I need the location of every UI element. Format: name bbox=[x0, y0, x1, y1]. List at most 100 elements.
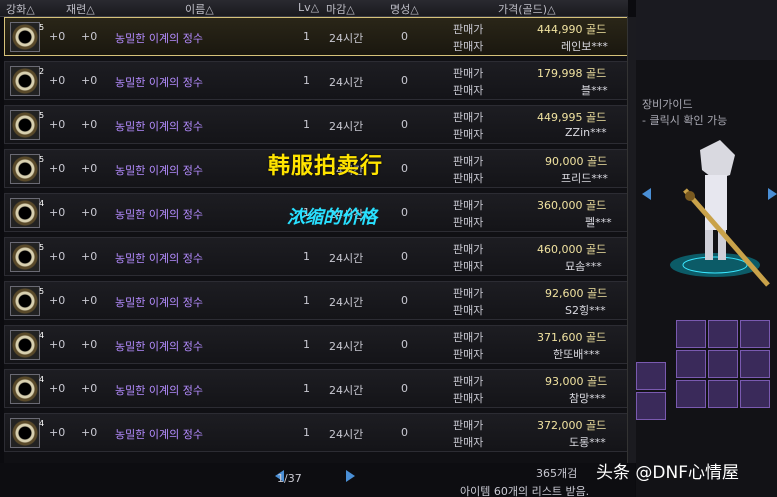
seller-name: 프리드*** bbox=[561, 172, 608, 185]
item-level: 1 bbox=[303, 382, 310, 395]
item-icon: 2 bbox=[10, 66, 44, 96]
equipment-slot[interactable] bbox=[740, 350, 770, 378]
item-icon: 4 bbox=[10, 330, 44, 360]
enhance-value: +0 bbox=[49, 206, 66, 219]
seller-name: ZZin*** bbox=[565, 126, 607, 139]
price-label: 판매가 bbox=[453, 199, 484, 212]
table-row[interactable]: 2 +0 +0 농밀한 이계의 정수 1 24시간 0 판매가 판매자 179,… bbox=[4, 61, 628, 100]
equipment-slot[interactable] bbox=[740, 380, 770, 408]
seller-label: 판매자 bbox=[453, 260, 484, 273]
seller-label: 판매자 bbox=[453, 348, 484, 361]
col-price-header[interactable]: 가격(골드)△ bbox=[498, 1, 556, 17]
refine-value: +0 bbox=[81, 206, 98, 219]
item-icon: 5 bbox=[10, 286, 44, 316]
col-time-header[interactable]: 마감△ bbox=[326, 1, 355, 17]
seller-name: 도롱*** bbox=[569, 436, 606, 449]
fame-value: 0 bbox=[401, 382, 408, 395]
item-icon: 5 bbox=[10, 242, 44, 272]
overlay-title: 韩服拍卖行 bbox=[268, 154, 384, 179]
price-value: 179,998 골드 bbox=[537, 67, 607, 80]
seller-label: 판매자 bbox=[453, 392, 484, 405]
item-icon: 4 bbox=[10, 374, 44, 404]
item-name: 농밀한 이계의 정수 bbox=[115, 384, 203, 397]
time-left: 24시간 bbox=[329, 428, 364, 441]
equipment-slot[interactable] bbox=[676, 320, 706, 348]
item-level: 1 bbox=[303, 30, 310, 43]
table-row[interactable]: 5 +0 +0 농밀한 이계의 정수 1 24시간 0 판매가 판매자 92,6… bbox=[4, 281, 628, 320]
right-panel-top bbox=[636, 0, 777, 60]
seller-name: 한또배*** bbox=[553, 348, 600, 361]
list-scrollbar[interactable] bbox=[627, 17, 636, 463]
table-row[interactable]: 5 +0 +0 농밀한 이계의 정수 1 24시간 0 판매가 판매자 449,… bbox=[4, 105, 628, 144]
col-fame-header[interactable]: 명성△ bbox=[390, 1, 419, 17]
seller-label: 판매자 bbox=[453, 304, 484, 317]
price-label: 판매가 bbox=[453, 23, 484, 36]
fame-value: 0 bbox=[401, 162, 408, 175]
watermark: 头条 @DNF心情屋 bbox=[596, 463, 739, 483]
price-label: 판매가 bbox=[453, 243, 484, 256]
time-left: 24시간 bbox=[329, 296, 364, 309]
equipment-guide-title: 장비가이드 bbox=[642, 98, 693, 111]
item-level: 1 bbox=[303, 118, 310, 131]
item-icon: 4 bbox=[10, 198, 44, 228]
fame-value: 0 bbox=[401, 74, 408, 87]
enhance-value: +0 bbox=[49, 74, 66, 87]
col-lv-header[interactable]: Lv△ bbox=[298, 1, 319, 14]
refine-value: +0 bbox=[81, 30, 98, 43]
next-page-button[interactable] bbox=[346, 470, 355, 482]
table-row[interactable]: 4 +0 +0 농밀한 이계의 정수 1 24시간 0 판매가 판매자 93,0… bbox=[4, 369, 628, 408]
fame-value: 0 bbox=[401, 250, 408, 263]
item-icon: 5 bbox=[10, 22, 44, 52]
equipment-slot[interactable] bbox=[636, 362, 666, 390]
rotate-left-button[interactable] bbox=[642, 188, 651, 200]
refine-value: +0 bbox=[81, 338, 98, 351]
item-level: 1 bbox=[303, 250, 310, 263]
equipment-slot[interactable] bbox=[740, 320, 770, 348]
time-left: 24시간 bbox=[329, 384, 364, 397]
item-level: 1 bbox=[303, 294, 310, 307]
table-row[interactable]: 5 +0 +0 농밀한 이계의 정수 1 24시간 0 판매가 판매자 460,… bbox=[4, 237, 628, 276]
enhance-value: +0 bbox=[49, 426, 66, 439]
fame-value: 0 bbox=[401, 294, 408, 307]
equipment-slot[interactable] bbox=[676, 380, 706, 408]
time-left: 24시간 bbox=[329, 120, 364, 133]
seller-name: 블*** bbox=[581, 84, 608, 97]
seller-name: 펠*** bbox=[585, 216, 612, 229]
seller-name: S2힝*** bbox=[565, 304, 606, 317]
auction-list: 5 +0 +0 농밀한 이계의 정수 1 24시간 0 판매가 판매자 444,… bbox=[4, 17, 628, 463]
col-name-header[interactable]: 이름△ bbox=[185, 1, 214, 17]
time-left: 24시간 bbox=[329, 252, 364, 265]
time-left: 24시간 bbox=[329, 340, 364, 353]
seller-name: 묘솜*** bbox=[565, 260, 602, 273]
enhance-value: +0 bbox=[49, 338, 66, 351]
list-status-text: 아이템 60개의 리스트 받음. bbox=[460, 485, 590, 497]
equipment-slot[interactable] bbox=[676, 350, 706, 378]
table-row[interactable]: 4 +0 +0 농밀한 이계의 정수 1 24시간 0 판매가 판매자 372,… bbox=[4, 413, 628, 452]
equipment-slot[interactable] bbox=[708, 350, 738, 378]
refine-value: +0 bbox=[81, 118, 98, 131]
equipment-slot[interactable] bbox=[708, 320, 738, 348]
time-left: 24시간 bbox=[329, 32, 364, 45]
enhance-value: +0 bbox=[49, 250, 66, 263]
seller-label: 판매자 bbox=[453, 436, 484, 449]
col-refine-header[interactable]: 재련△ bbox=[66, 1, 95, 17]
seller-name: 참망*** bbox=[569, 392, 606, 405]
seller-name: 레인보*** bbox=[561, 40, 608, 53]
price-value: 360,000 골드 bbox=[537, 199, 607, 212]
character-preview bbox=[670, 140, 770, 287]
table-row[interactable]: 4 +0 +0 농밀한 이계의 정수 1 24시간 0 판매가 판매자 371,… bbox=[4, 325, 628, 364]
item-name: 농밀한 이계의 정수 bbox=[115, 340, 203, 353]
fame-value: 0 bbox=[401, 206, 408, 219]
overlay-subtitle: 浓缩的价格 bbox=[287, 207, 377, 228]
item-name: 농밀한 이계의 정수 bbox=[115, 32, 203, 45]
enhance-value: +0 bbox=[49, 382, 66, 395]
equipment-slot[interactable] bbox=[636, 392, 666, 420]
column-header-bar: 강화△ 재련△ 이름△ Lv△ 마감△ 명성△ 가격(골드)△ bbox=[0, 0, 628, 17]
item-name: 농밀한 이계의 정수 bbox=[115, 76, 203, 89]
col-enhance-header[interactable]: 강화△ bbox=[6, 1, 35, 17]
item-icon: 4 bbox=[10, 418, 44, 448]
equipment-slot[interactable] bbox=[708, 380, 738, 408]
rotate-right-button[interactable] bbox=[768, 188, 777, 200]
refine-value: +0 bbox=[81, 426, 98, 439]
table-row[interactable]: 5 +0 +0 농밀한 이계의 정수 1 24시간 0 판매가 판매자 444,… bbox=[4, 17, 628, 56]
